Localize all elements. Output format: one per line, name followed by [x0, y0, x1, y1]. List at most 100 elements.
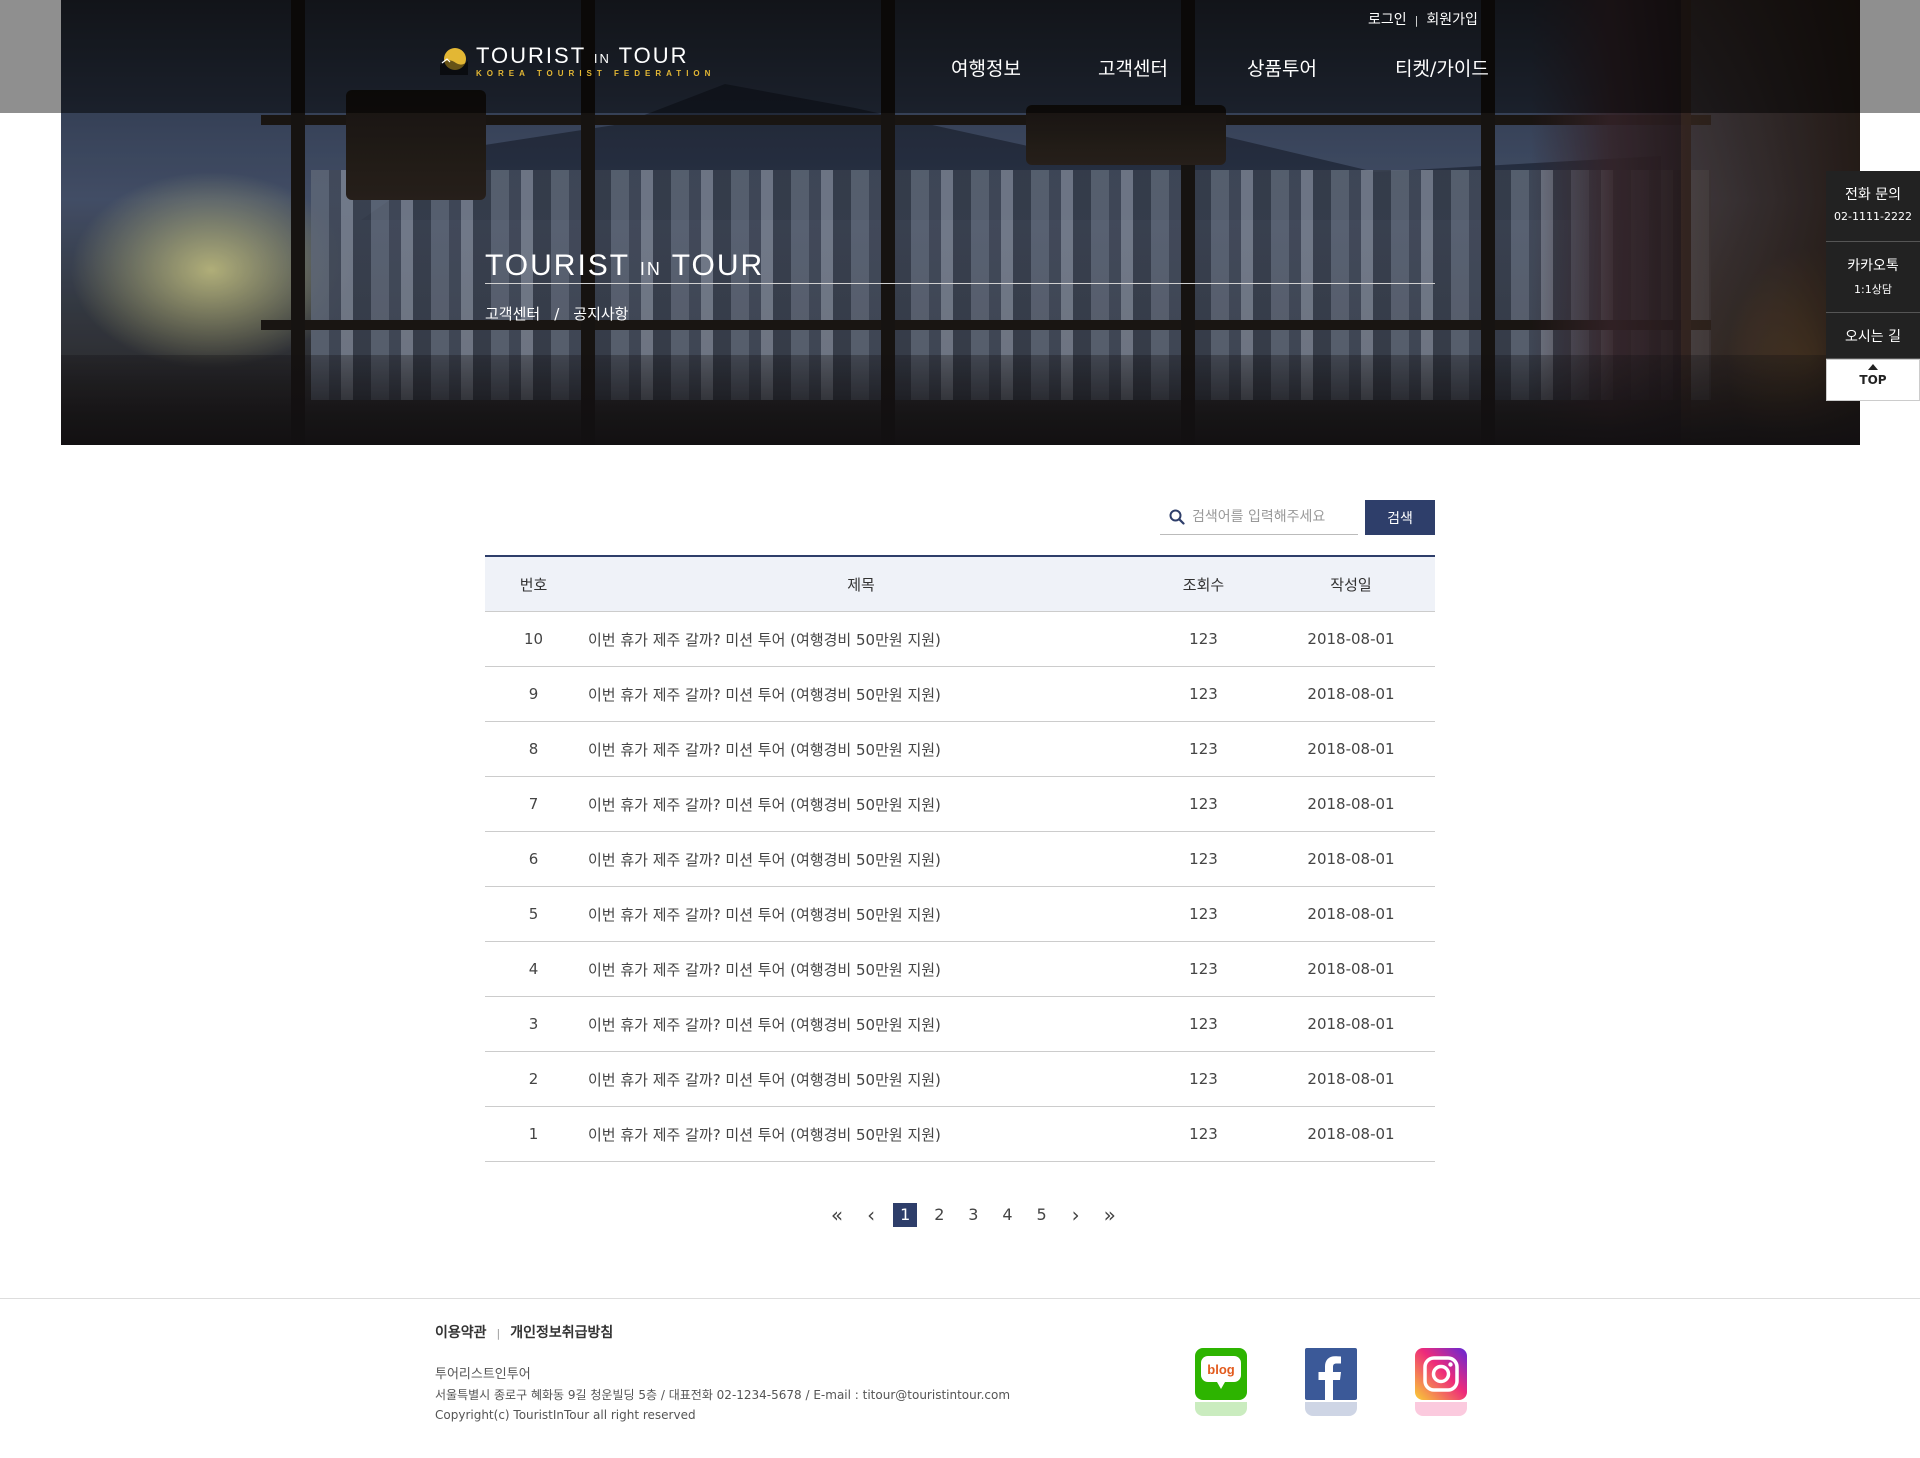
util-separator: | — [1414, 14, 1419, 27]
row-number: 1 — [485, 1106, 582, 1162]
site-logo[interactable]: TOURIST IN TOUR KOREA TOURIST FEDERATION — [438, 43, 710, 83]
row-number: 10 — [485, 611, 582, 667]
row-title[interactable]: 이번 휴가 제주 갈까? 미션 투어 (여행경비 50만원 지원) — [582, 1051, 1140, 1107]
row-views: 123 — [1140, 996, 1267, 1052]
table-row[interactable]: 10 이번 휴가 제주 갈까? 미션 투어 (여행경비 50만원 지원) 123 20… — [485, 611, 1435, 667]
hero-divider — [485, 283, 1435, 284]
row-title-link[interactable]: 이번 휴가 제주 갈까? 미션 투어 (여행경비 50만원 지원) — [588, 1016, 941, 1034]
row-title[interactable]: 이번 휴가 제주 갈까? 미션 투어 (여행경비 50만원 지원) — [582, 666, 1140, 722]
first-page-button[interactable]: « — [825, 1203, 849, 1227]
page-button[interactable]: 5 — [1030, 1203, 1054, 1227]
row-title[interactable]: 이번 휴가 제주 갈까? 미션 투어 (여행경비 50만원 지원) — [582, 1106, 1140, 1162]
row-views: 123 — [1140, 611, 1267, 667]
blog-icon[interactable]: blog — [1195, 1348, 1247, 1416]
quick-directions[interactable]: 오시는 길 — [1826, 313, 1920, 359]
col-header-views: 조회수 — [1140, 556, 1267, 612]
terms-link[interactable]: 이용약관 — [435, 1325, 487, 1341]
page-button-current[interactable]: 1 — [893, 1203, 918, 1227]
breadcrumb-notice[interactable]: 공지사항 — [573, 305, 628, 323]
nav-item-travel-info[interactable]: 여행정보 — [951, 54, 1021, 81]
copyright: Copyright(c) TouristInTour all right res… — [435, 1408, 696, 1422]
page-button[interactable]: 4 — [995, 1203, 1019, 1227]
table-row[interactable]: 1 이번 휴가 제주 갈까? 미션 투어 (여행경비 50만원 지원) 123 201… — [485, 1106, 1435, 1162]
row-date: 2018-08-01 — [1267, 831, 1435, 887]
nav-item-customer-center[interactable]: 고객센터 — [1098, 54, 1168, 81]
nav-item-ticket-guide[interactable]: 티켓/가이드 — [1395, 54, 1489, 81]
row-title-link[interactable]: 이번 휴가 제주 갈까? 미션 투어 (여행경비 50만원 지원) — [588, 961, 941, 979]
next-page-button[interactable]: › — [1064, 1203, 1088, 1227]
blog-logo-icon: blog — [1201, 1356, 1241, 1389]
privacy-policy-link[interactable]: 개인정보취급방침 — [510, 1325, 613, 1341]
footer-info: 투어리스트인투어 서울특별시 종로구 혜화동 9길 청운빌딩 5층 / 대표전화… — [435, 1365, 1010, 1425]
svg-text:blog: blog — [1207, 1362, 1234, 1377]
arrow-up-icon — [1868, 364, 1878, 370]
col-header-title: 제목 — [582, 556, 1140, 612]
instagram-logo-icon — [1423, 1356, 1459, 1392]
search-button[interactable]: 검색 — [1365, 500, 1435, 535]
search-icon — [1169, 509, 1185, 525]
instagram-icon[interactable] — [1415, 1348, 1467, 1416]
table-row[interactable]: 9 이번 휴가 제주 갈까? 미션 투어 (여행경비 50만원 지원) 123 201… — [485, 666, 1435, 722]
footer-links: 이용약관 | 개인정보취급방침 — [435, 1325, 614, 1341]
company-address: 서울특별시 종로구 혜화동 9길 청운빌딩 5층 / 대표전화 02-1234-… — [435, 1388, 1011, 1402]
row-title-link[interactable]: 이번 휴가 제주 갈까? 미션 투어 (여행경비 50만원 지원) — [588, 631, 941, 649]
row-title-link[interactable]: 이번 휴가 제주 갈까? 미션 투어 (여행경비 50만원 지원) — [588, 796, 941, 814]
quick-kakao[interactable]: 카카오톡 1:1상담 — [1826, 242, 1920, 313]
col-header-date: 작성일 — [1267, 556, 1435, 612]
table-row[interactable]: 6 이번 휴가 제주 갈까? 미션 투어 (여행경비 50만원 지원) 123 201… — [485, 831, 1435, 887]
row-date: 2018-08-01 — [1267, 1106, 1435, 1162]
row-title[interactable]: 이번 휴가 제주 갈까? 미션 투어 (여행경비 50만원 지원) — [582, 996, 1140, 1052]
search-bar: 검색 — [1160, 500, 1435, 536]
table-row[interactable]: 3 이번 휴가 제주 갈까? 미션 투어 (여행경비 50만원 지원) 123 201… — [485, 996, 1435, 1052]
row-title-link[interactable]: 이번 휴가 제주 갈까? 미션 투어 (여행경비 50만원 지원) — [588, 741, 941, 759]
row-title-link[interactable]: 이번 휴가 제주 갈까? 미션 투어 (여행경비 50만원 지원) — [588, 906, 941, 924]
row-number: 8 — [485, 721, 582, 777]
col-header-number: 번호 — [485, 556, 582, 612]
row-date: 2018-08-01 — [1267, 666, 1435, 722]
row-title[interactable]: 이번 휴가 제주 갈까? 미션 투어 (여행경비 50만원 지원) — [582, 831, 1140, 887]
row-title[interactable]: 이번 휴가 제주 갈까? 미션 투어 (여행경비 50만원 지원) — [582, 611, 1140, 667]
row-date: 2018-08-01 — [1267, 996, 1435, 1052]
page-button[interactable]: 2 — [927, 1203, 951, 1227]
row-number: 7 — [485, 776, 582, 832]
row-views: 123 — [1140, 721, 1267, 777]
footer-divider — [0, 1298, 1920, 1299]
row-title-link[interactable]: 이번 휴가 제주 갈까? 미션 투어 (여행경비 50만원 지원) — [588, 1126, 941, 1144]
quick-phone[interactable]: 전화 문의 02-1111-2222 — [1826, 171, 1920, 242]
table-row[interactable]: 4 이번 휴가 제주 갈까? 미션 투어 (여행경비 50만원 지원) 123 201… — [485, 941, 1435, 997]
row-title[interactable]: 이번 휴가 제주 갈까? 미션 투어 (여행경비 50만원 지원) — [582, 776, 1140, 832]
table-row[interactable]: 8 이번 휴가 제주 갈까? 미션 투어 (여행경비 50만원 지원) 123 201… — [485, 721, 1435, 777]
row-title-link[interactable]: 이번 휴가 제주 갈까? 미션 투어 (여행경비 50만원 지원) — [588, 1071, 941, 1089]
row-views: 123 — [1140, 831, 1267, 887]
row-date: 2018-08-01 — [1267, 776, 1435, 832]
logo-name: TOURIST IN TOUR — [476, 43, 689, 68]
nav-item-product-tour[interactable]: 상품투어 — [1247, 54, 1317, 81]
table-row[interactable]: 5 이번 휴가 제주 갈까? 미션 투어 (여행경비 50만원 지원) 123 201… — [485, 886, 1435, 942]
row-title-link[interactable]: 이번 휴가 제주 갈까? 미션 투어 (여행경비 50만원 지원) — [588, 851, 941, 869]
row-number: 5 — [485, 886, 582, 942]
scroll-top-button[interactable]: TOP — [1826, 359, 1920, 401]
logo-sun-icon — [440, 48, 468, 75]
quick-menu: 전화 문의 02-1111-2222 카카오톡 1:1상담 오시는 길 TOP — [1826, 171, 1920, 401]
utility-links: 로그인 | 회원가입 — [1368, 9, 1478, 29]
row-number: 9 — [485, 666, 582, 722]
row-views: 123 — [1140, 1106, 1267, 1162]
row-title-link[interactable]: 이번 휴가 제주 갈까? 미션 투어 (여행경비 50만원 지원) — [588, 686, 941, 704]
facebook-icon[interactable] — [1305, 1348, 1357, 1416]
row-views: 123 — [1140, 941, 1267, 997]
table-row[interactable]: 2 이번 휴가 제주 갈까? 미션 투어 (여행경비 50만원 지원) 123 201… — [485, 1051, 1435, 1107]
last-page-button[interactable]: » — [1098, 1203, 1122, 1227]
table-row[interactable]: 7 이번 휴가 제주 갈까? 미션 투어 (여행경비 50만원 지원) 123 201… — [485, 776, 1435, 832]
row-title[interactable]: 이번 휴가 제주 갈까? 미션 투어 (여행경비 50만원 지원) — [582, 721, 1140, 777]
row-title[interactable]: 이번 휴가 제주 갈까? 미션 투어 (여행경비 50만원 지원) — [582, 941, 1140, 997]
page-button[interactable]: 3 — [961, 1203, 985, 1227]
search-input[interactable] — [1190, 504, 1359, 530]
breadcrumb-customer-center[interactable]: 고객센터 — [485, 305, 540, 323]
login-link[interactable]: 로그인 — [1368, 12, 1407, 28]
row-title[interactable]: 이번 휴가 제주 갈까? 미션 투어 (여행경비 50만원 지원) — [582, 886, 1140, 942]
prev-page-button[interactable]: ‹ — [859, 1203, 883, 1227]
join-link[interactable]: 회원가입 — [1426, 12, 1478, 28]
facebook-logo-icon — [1318, 1356, 1341, 1400]
pagination: « ‹ 1 2 3 4 5 › » — [825, 1203, 1127, 1229]
row-views: 123 — [1140, 1051, 1267, 1107]
